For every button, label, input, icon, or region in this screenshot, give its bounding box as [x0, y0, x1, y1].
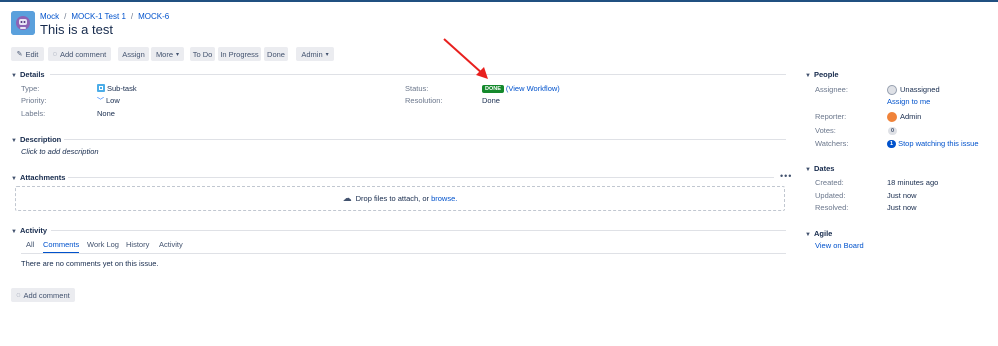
- description-section-toggle[interactable]: ▼ Description: [11, 135, 61, 144]
- chevron-down-icon: ▾: [325, 51, 329, 58]
- priority-low-icon: ﹀: [97, 98, 104, 105]
- chevron-down-icon: ▾: [176, 51, 180, 58]
- updated-label: Updated:: [815, 191, 846, 200]
- chevron-down-icon: ▼: [11, 176, 17, 182]
- priority-label: Priority:: [21, 96, 47, 105]
- created-label: Created:: [815, 178, 844, 187]
- tab-activity[interactable]: Activity: [159, 240, 183, 249]
- watchers-label: Watchers:: [815, 139, 849, 148]
- view-workflow-link[interactable]: (View Workflow): [506, 84, 560, 93]
- comment-icon: ◌: [52, 50, 57, 58]
- dates-section-toggle[interactable]: ▼ Dates: [805, 164, 834, 173]
- tab-work-log[interactable]: Work Log: [87, 240, 119, 249]
- assign-to-me-link[interactable]: Assign to me: [887, 97, 930, 106]
- section-divider: [50, 74, 786, 75]
- votes-value[interactable]: 0: [888, 126, 898, 136]
- description-field[interactable]: Click to add description: [21, 147, 99, 156]
- edit-button[interactable]: ✎ Edit: [11, 47, 44, 61]
- annotation-arrow-icon: [443, 38, 488, 79]
- status-label: Status:: [405, 84, 429, 93]
- attachments-section-toggle[interactable]: ▼ Attachments: [11, 173, 65, 182]
- tabs-divider: [21, 253, 786, 254]
- chevron-down-icon: ▼: [11, 229, 17, 235]
- more-button[interactable]: More ▾: [151, 47, 184, 61]
- breadcrumb-parent[interactable]: MOCK-1 Test 1: [71, 12, 126, 21]
- pencil-icon: ✎: [16, 51, 23, 58]
- reporter-label: Reporter:: [815, 112, 847, 121]
- section-divider: [51, 230, 786, 231]
- type-label: Type:: [21, 84, 40, 93]
- section-divider: [64, 139, 786, 140]
- issue-title[interactable]: This is a test: [40, 22, 113, 37]
- resolved-value: Just now: [887, 203, 917, 212]
- cloud-upload-icon: ☁: [342, 193, 352, 203]
- admin-avatar-icon: [887, 112, 897, 123]
- people-section-toggle[interactable]: ▼ People: [805, 70, 839, 79]
- view-on-board-link[interactable]: View on Board: [815, 241, 864, 250]
- priority-value[interactable]: ﹀ Low: [97, 96, 120, 106]
- to-do-button[interactable]: To Do: [190, 47, 215, 61]
- assignee-label: Assignee:: [815, 85, 848, 94]
- add-comment-button[interactable]: ◌ Add comment: [48, 47, 111, 61]
- done-button[interactable]: Done: [264, 47, 288, 61]
- chevron-down-icon: ▼: [11, 138, 17, 144]
- status-badge: DONE: [482, 85, 504, 94]
- breadcrumb-separator: /: [64, 12, 67, 21]
- labels-value[interactable]: None: [97, 109, 115, 118]
- tab-comments[interactable]: Comments: [43, 240, 79, 249]
- breadcrumb-separator: /: [130, 12, 134, 21]
- type-value: Sub-task: [97, 84, 137, 93]
- status-value: DONE (View Workflow): [482, 84, 560, 94]
- tab-history[interactable]: History: [126, 240, 149, 249]
- chevron-down-icon: ▼: [805, 232, 811, 238]
- reporter-value[interactable]: Admin: [887, 112, 921, 123]
- labels-label: Labels:: [21, 109, 46, 118]
- resolution-label: Resolution:: [405, 96, 443, 105]
- comment-icon: ◌: [16, 291, 21, 299]
- agile-section-toggle[interactable]: ▼ Agile: [805, 229, 832, 238]
- breadcrumb-project[interactable]: Mock: [40, 12, 59, 21]
- votes-label: Votes:: [815, 126, 836, 135]
- votes-count-badge: 0: [888, 127, 898, 136]
- watchers-value: 1 Stop watching this issue: [887, 139, 979, 149]
- chevron-down-icon: ▼: [11, 73, 17, 79]
- unassigned-avatar-icon: [887, 85, 897, 96]
- chevron-down-icon: ▼: [805, 167, 811, 173]
- resolution-value: Done: [482, 96, 500, 105]
- watchers-count-badge: 1: [887, 140, 897, 149]
- details-section-toggle[interactable]: ▼ Details: [11, 70, 45, 79]
- in-progress-button[interactable]: In Progress: [218, 47, 261, 61]
- created-value: 18 minutes ago: [887, 178, 939, 187]
- chevron-down-icon: ▼: [805, 73, 811, 79]
- resolved-label: Resolved:: [815, 203, 849, 212]
- top-border: [0, 0, 998, 2]
- breadcrumb-issue-key[interactable]: MOCK-6: [138, 12, 169, 21]
- add-comment-bottom-button[interactable]: ◌ Add comment: [11, 288, 75, 302]
- subtask-icon: [97, 84, 105, 92]
- no-comments-message: There are no comments yet on this issue.: [21, 259, 159, 268]
- admin-button[interactable]: Admin ▾: [296, 47, 334, 61]
- tab-all[interactable]: All: [26, 240, 34, 249]
- project-avatar-icon[interactable]: [11, 11, 35, 35]
- activity-section-toggle[interactable]: ▼ Activity: [11, 226, 47, 235]
- updated-value: Just now: [887, 191, 917, 200]
- more-options-icon[interactable]: •••: [780, 171, 792, 181]
- breadcrumb: Mock / MOCK-1 Test 1 / MOCK-6: [40, 12, 169, 21]
- attachment-dropzone[interactable]: ☁ Drop files to attach, or browse.: [15, 186, 785, 211]
- assignee-value[interactable]: Unassigned: [887, 85, 940, 96]
- stop-watching-link[interactable]: Stop watching this issue: [898, 139, 978, 148]
- browse-link[interactable]: browse.: [431, 194, 457, 203]
- assign-button[interactable]: Assign: [118, 47, 149, 61]
- section-divider: [68, 177, 774, 178]
